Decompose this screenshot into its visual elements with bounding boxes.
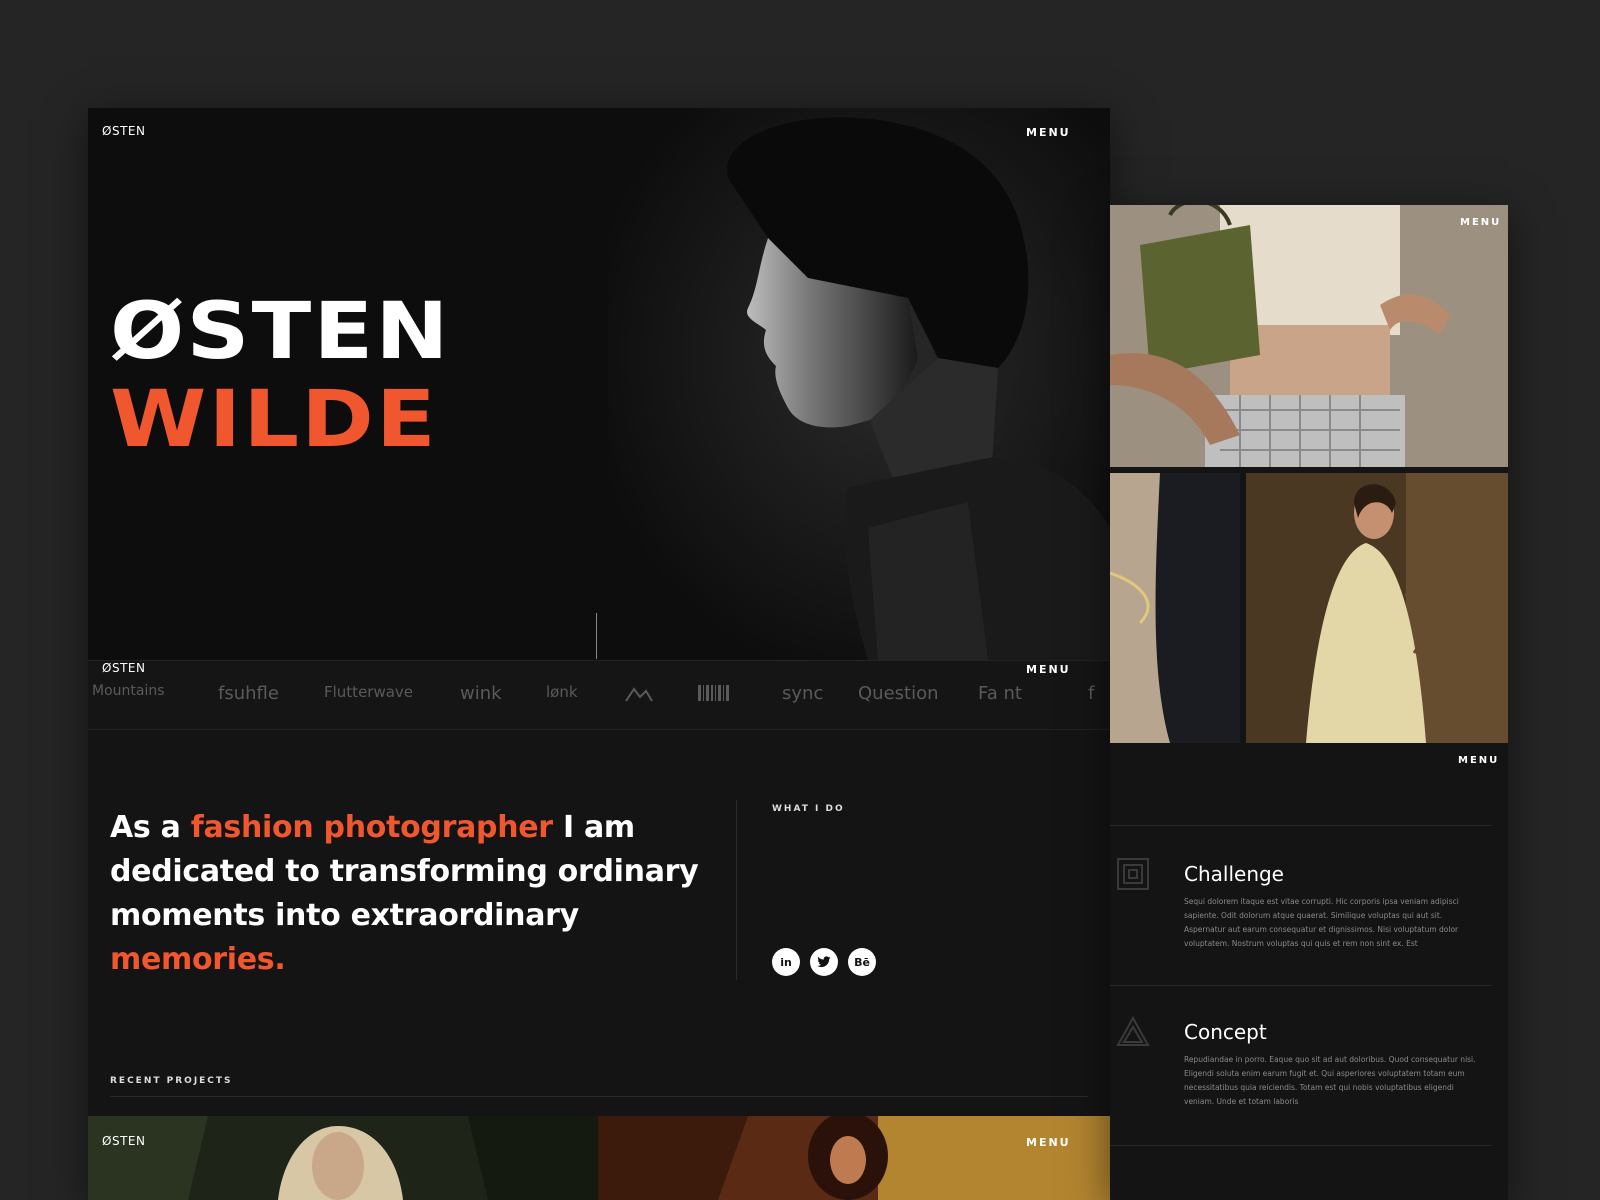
client-logo: Flutterwave [324, 683, 414, 701]
client-logo: sync [782, 683, 824, 704]
section-divider [1110, 825, 1492, 826]
client-logos: Mountains fsuhfle Flutterwave wink lønk … [88, 683, 1110, 723]
recent-projects-heading: RECENT PROJECTS [110, 1076, 233, 1086]
intro-statement: As a fashion photographer I am dedicated… [110, 806, 710, 982]
portrait-photo [608, 108, 1110, 660]
client-logo: wink [460, 683, 502, 704]
site-logo[interactable]: ØSTEN [102, 124, 145, 138]
concept-title: Concept [1184, 1020, 1267, 1044]
statement-text: As a [110, 810, 191, 845]
client-logo: lønk [546, 683, 578, 701]
challenge-body: Sequi dolorem itaque est vitae corrupti.… [1184, 897, 1459, 948]
linkedin-icon[interactable]: in [772, 948, 800, 976]
about-section: As a fashion photographer I am dedicated… [88, 730, 1110, 1060]
hero-title: ØSTEN WILDE [110, 288, 451, 464]
client-logo-strip: ØSTEN MENU Mountains fsuhfle Flutterwave… [88, 660, 1110, 730]
recent-projects-grid: ØSTEN MENU [88, 1116, 1110, 1200]
recent-divider [110, 1096, 1088, 1097]
client-logo: fsuhfle [218, 683, 279, 704]
twitter-icon[interactable] [810, 948, 838, 976]
scroll-indicator [596, 613, 597, 659]
project-thumbnail[interactable] [598, 1116, 1110, 1200]
section-divider [1110, 1145, 1492, 1146]
project-thumbnail[interactable] [88, 1116, 598, 1200]
menu-button[interactable]: MENU [1026, 126, 1071, 139]
fashion-photo-bag [1110, 205, 1508, 467]
fashion-photo-detail [1110, 473, 1240, 743]
client-logo: Question [858, 683, 939, 704]
main-page-frame: ØSTEN MENU ØSTEN WILDE ØSTEN MENU Mounta… [88, 108, 1110, 1200]
concept-icon [1116, 1015, 1150, 1046]
hero-last-name: WILDE [110, 375, 438, 465]
challenge-title: Challenge [1184, 862, 1284, 886]
section-divider [736, 800, 737, 980]
what-i-do-heading: WHAT I DO [772, 804, 845, 814]
side-menu-button[interactable]: MENU [1460, 217, 1501, 228]
project-overlay-logo: ØSTEN [102, 1134, 146, 1148]
sticky-logo[interactable]: ØSTEN [102, 661, 145, 675]
section-menu-button[interactable]: MENU [1458, 755, 1499, 766]
project-detail-frame: MENU MENU Challenge Sequi dolorem itaque… [1110, 205, 1508, 1200]
hero-section: ØSTEN MENU ØSTEN WILDE [88, 108, 1110, 660]
statement-accent: memories. [110, 942, 286, 977]
mountain-logo-icon [625, 687, 653, 702]
client-logo: Mountains [92, 683, 165, 699]
challenge-icon [1117, 858, 1149, 890]
behance-icon[interactable]: Bē [848, 948, 876, 976]
barcode-logo-icon [698, 685, 729, 701]
hero-first-name: ØSTEN [110, 287, 451, 377]
section-divider [1110, 985, 1492, 986]
client-logo: Fa nt [978, 683, 1022, 704]
social-links: in Bē [772, 948, 876, 976]
project-overlay-menu[interactable]: MENU [1026, 1136, 1071, 1149]
sticky-menu-button[interactable]: MENU [1026, 663, 1071, 676]
fashion-photo-portrait [1246, 473, 1508, 743]
client-logo: f [1088, 683, 1095, 704]
statement-accent: fashion photographer [190, 810, 553, 845]
concept-body: Repudiandae in porro. Eaque quo sit ad a… [1184, 1055, 1476, 1106]
